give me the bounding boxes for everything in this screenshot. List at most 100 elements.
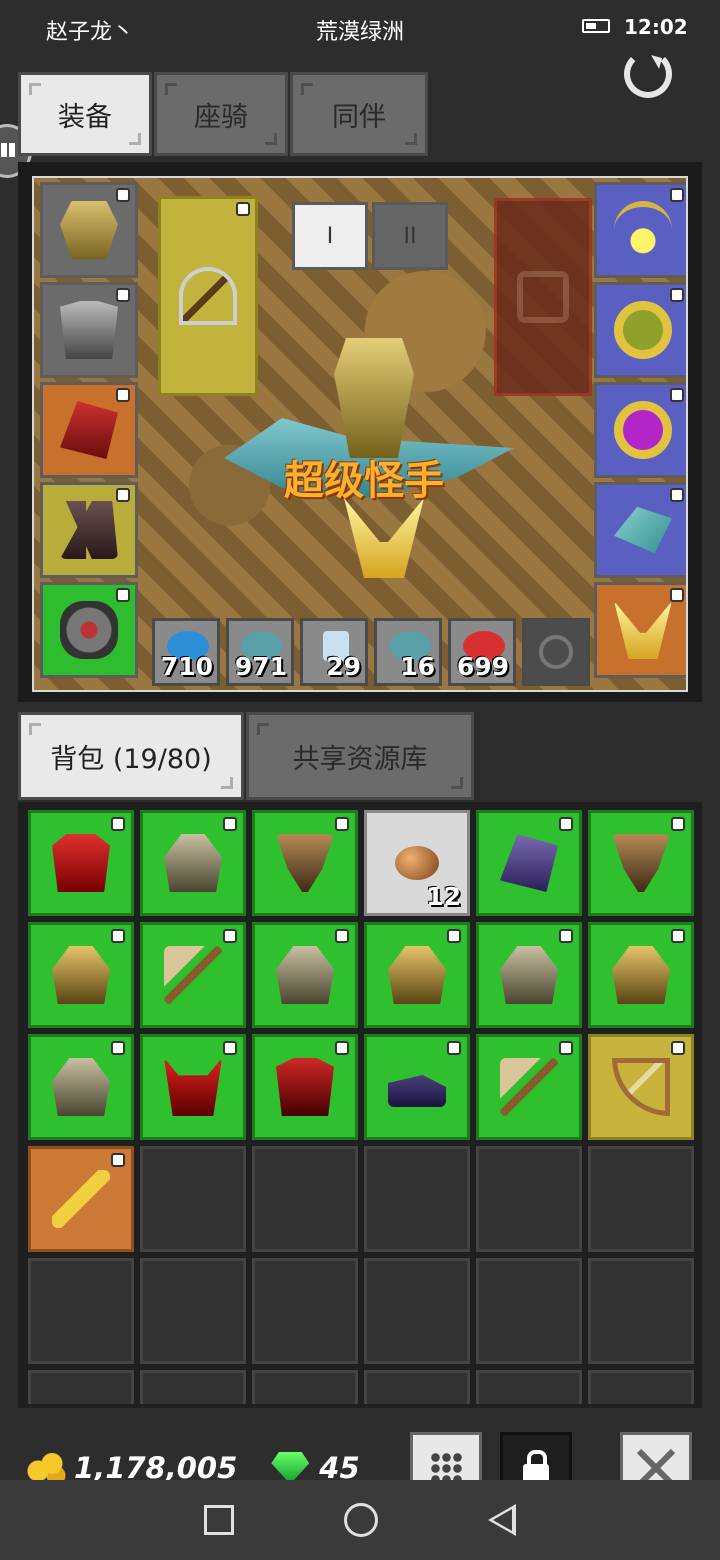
inventory-empty-slot[interactable] (588, 1370, 694, 1404)
quickbar-slot[interactable]: 971 (226, 618, 294, 686)
item-count: 29 (326, 652, 361, 681)
recent-apps-icon[interactable] (204, 1505, 234, 1535)
slot-boots[interactable] (40, 482, 138, 578)
tab-shared-storage[interactable]: 共享资源库 (246, 712, 474, 800)
inventory-empty-slot[interactable] (476, 1258, 582, 1364)
inventory-slot[interactable] (476, 922, 582, 1028)
inventory-slot[interactable] (140, 810, 246, 916)
tab-mount[interactable]: 座骑 (154, 72, 288, 156)
inventory-slot[interactable] (252, 922, 358, 1028)
lock-icon (447, 929, 461, 943)
hood-icon (500, 946, 558, 1004)
inventory-empty-slot[interactable] (364, 1258, 470, 1364)
armor-icon (60, 301, 118, 359)
inventory-slot[interactable] (476, 810, 582, 916)
tab-label: 背包 (19/80) (50, 743, 212, 775)
inventory-slot[interactable] (140, 922, 246, 1028)
quickbar-slot[interactable]: 16 (374, 618, 442, 686)
inventory-slot[interactable] (588, 922, 694, 1028)
rock-icon (395, 846, 439, 880)
boots-icon (60, 501, 118, 559)
inventory-empty-slot[interactable] (252, 1258, 358, 1364)
tab-label: 装备 (58, 101, 112, 133)
mask-icon (276, 834, 334, 892)
system-nav-bar (0, 1480, 720, 1560)
inventory-slot[interactable] (28, 810, 134, 916)
tab-label: 共享资源库 (292, 743, 428, 775)
lock-icon (116, 488, 130, 502)
lock-icon (671, 929, 685, 943)
quickbar-empty-slot[interactable] (522, 618, 590, 686)
inventory-empty-slot[interactable] (28, 1370, 134, 1404)
slot-mount[interactable] (594, 482, 686, 578)
target-icon (517, 271, 569, 323)
inventory-empty-slot[interactable] (140, 1258, 246, 1364)
vest-icon (52, 834, 110, 892)
inventory-slot[interactable] (140, 1034, 246, 1140)
inventory-empty-slot[interactable] (140, 1146, 246, 1252)
set-switch-1[interactable]: I (292, 202, 368, 270)
lock-icon (116, 588, 130, 602)
sword-icon (52, 1170, 110, 1228)
inventory-empty-slot[interactable] (252, 1146, 358, 1252)
quickbar-slot[interactable]: 710 (152, 618, 220, 686)
lock-icon (671, 1041, 685, 1055)
tab-backpack[interactable]: 背包 (19/80) (18, 712, 244, 800)
quickbar-slot[interactable]: 29 (300, 618, 368, 686)
inventory-empty-slot[interactable] (252, 1370, 358, 1404)
inventory-slot[interactable] (364, 1034, 470, 1140)
home-icon[interactable] (344, 1503, 378, 1537)
back-icon[interactable] (488, 1504, 516, 1536)
inventory-panel: 12 (18, 802, 702, 1408)
lock-icon (670, 388, 684, 402)
red-armor-icon (276, 1058, 334, 1116)
zone-name: 荒漠绿洲 (315, 20, 404, 45)
slot-accessory[interactable] (40, 582, 138, 678)
inventory-slot[interactable] (588, 1034, 694, 1140)
inventory-slot[interactable] (28, 1034, 134, 1140)
slot-wings[interactable] (594, 582, 686, 678)
slot-ring-2[interactable] (594, 382, 686, 478)
inventory-slot[interactable] (588, 810, 694, 916)
crossbow-icon (179, 267, 237, 325)
lock-icon (670, 588, 684, 602)
slot-weapon[interactable] (158, 196, 258, 396)
quickbar-slot[interactable]: 699 (448, 618, 516, 686)
axe-icon (164, 946, 222, 1004)
inventory-slot[interactable] (252, 1034, 358, 1140)
inventory-slot[interactable] (364, 922, 470, 1028)
lock-icon (116, 388, 130, 402)
hood-gold-icon (612, 946, 670, 1004)
lock-icon (670, 488, 684, 502)
slot-ring-1[interactable] (594, 282, 686, 378)
glove-icon (60, 401, 118, 459)
set-switch-2[interactable]: II (372, 202, 448, 270)
inventory-empty-slot[interactable] (364, 1370, 470, 1404)
inventory-slot[interactable] (28, 922, 134, 1028)
inventory-slot[interactable] (252, 810, 358, 916)
lock-icon (447, 1041, 461, 1055)
tab-equipment[interactable]: 装备 (18, 72, 152, 156)
banner-slot[interactable] (494, 198, 592, 396)
lock-icon (116, 288, 130, 302)
inventory-slot[interactable] (28, 1146, 134, 1252)
inventory-empty-slot[interactable] (476, 1146, 582, 1252)
lock-icon (111, 1041, 125, 1055)
inventory-empty-slot[interactable] (364, 1146, 470, 1252)
inventory-empty-slot[interactable] (588, 1258, 694, 1364)
slot-helmet[interactable] (40, 182, 138, 278)
inventory-slot[interactable] (476, 1034, 582, 1140)
item-count: 699 (456, 652, 509, 681)
inventory-empty-slot[interactable] (140, 1370, 246, 1404)
refresh-icon[interactable] (624, 50, 672, 98)
inventory-empty-slot[interactable] (588, 1146, 694, 1252)
slot-necklace[interactable] (594, 182, 686, 278)
glove-purple-icon (500, 834, 558, 892)
tab-companion[interactable]: 同伴 (290, 72, 428, 156)
slot-armor[interactable] (40, 282, 138, 378)
lock-icon (559, 1041, 573, 1055)
inventory-empty-slot[interactable] (476, 1370, 582, 1404)
slot-gloves[interactable] (40, 382, 138, 478)
inventory-slot[interactable]: 12 (364, 810, 470, 916)
inventory-empty-slot[interactable] (28, 1258, 134, 1364)
